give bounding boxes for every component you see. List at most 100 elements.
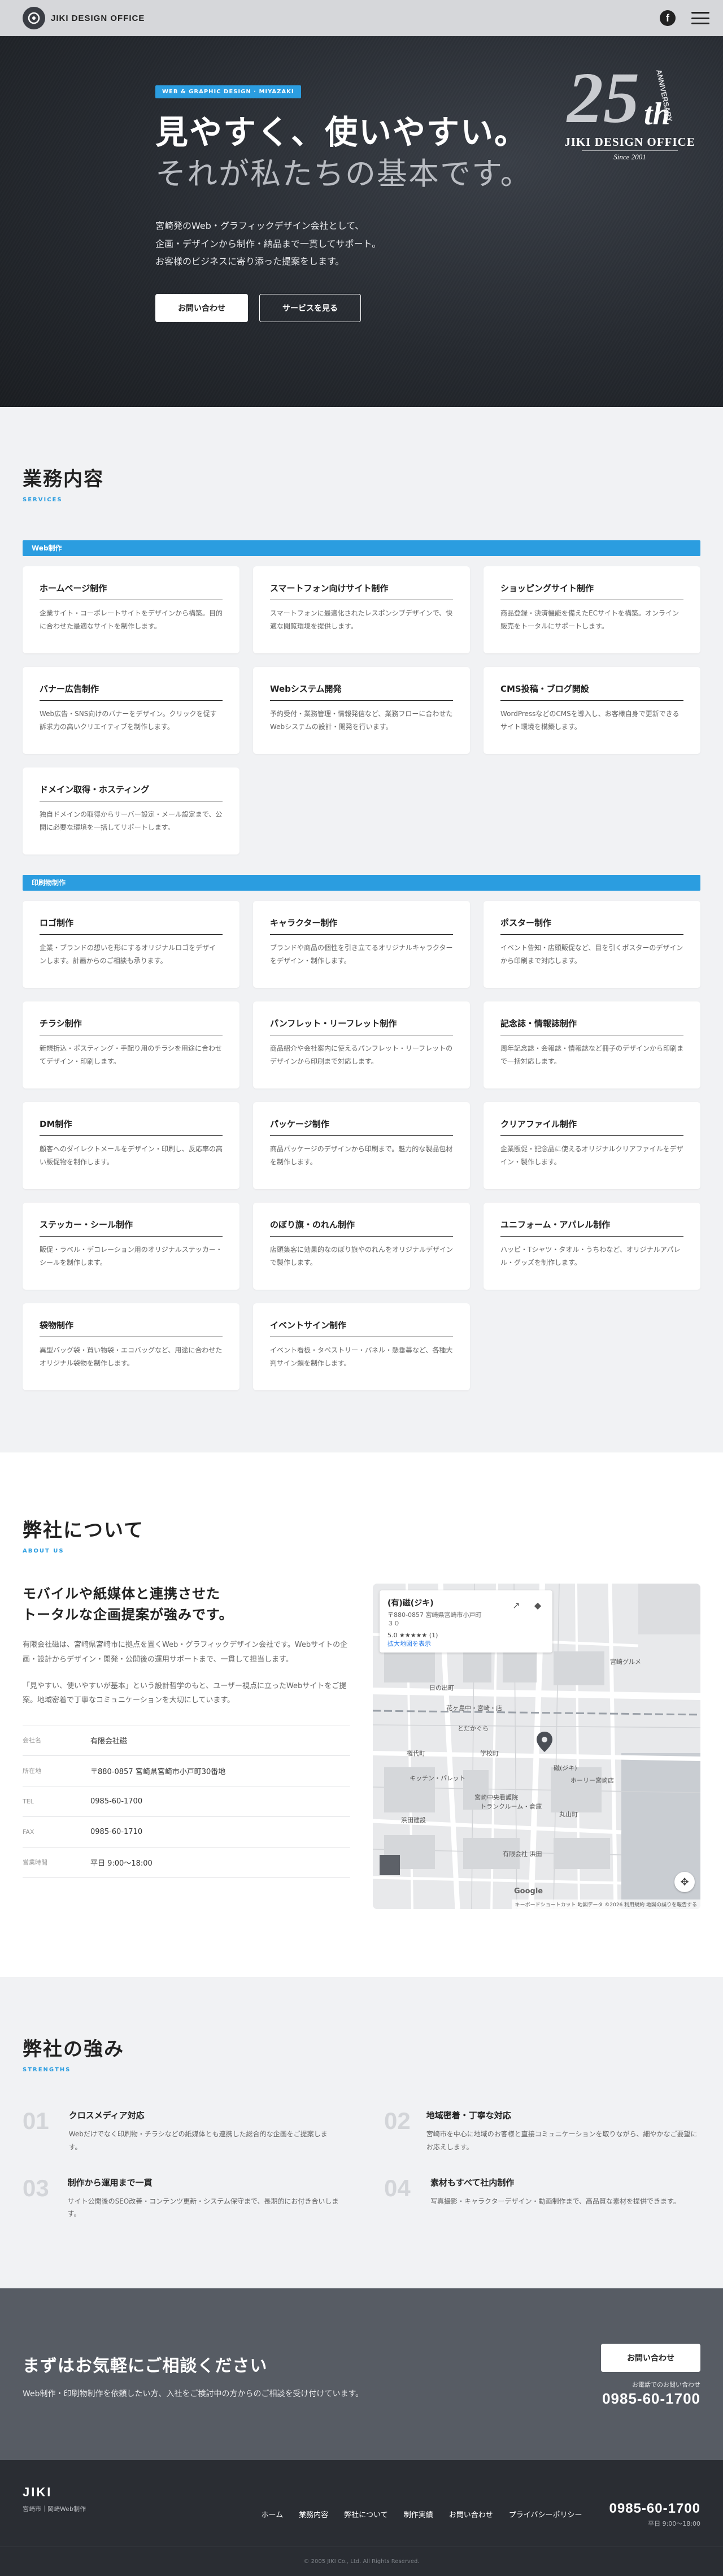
service-card[interactable]: 袋物制作 異型バッグ袋・買い物袋・エコバッグなど、用途に合わせたオリジナル袋物を制… [23,1303,239,1390]
service-card[interactable]: スマートフォン向けサイト制作 スマートフォンに最適化されたレスポンシブデザインで、… [253,566,470,653]
service-card-text: WordPressなどのCMSを導入し、お客様自身で更新できるサイト環境を構築し… [500,710,680,731]
service-card[interactable]: のぼり旗・のれん制作 店頭集客に効果的なのぼり旗やのれんをオリジナルデザインで製作… [253,1203,470,1290]
service-card-text: 企業販促・記念品に使えるオリジナルクリアファイルをデザイン・製作します。 [500,1145,683,1166]
map-place-label: とだかぐら [458,1725,489,1732]
service-card[interactable]: ショッピングサイト制作 商品登録・決済機能を備えたECサイトを構築。オンライン販売… [484,566,700,653]
footer-nav-link[interactable]: 制作実績 [404,2509,433,2519]
footer-nav-link[interactable]: 業務内容 [299,2509,328,2519]
section-title: 弊社の強み [23,2038,124,2061]
map-place-label: 丸山町 [559,1811,578,1818]
about-body: モバイルや紙媒体と連携させた トータルな企画提案が強みです。 有限会社磁は、宮崎… [23,1584,700,1909]
hamburger-menu-icon[interactable] [691,12,709,24]
strength-title: 制作から運用まで一貫 [67,2177,153,2188]
hero-contact-button[interactable]: お問い合わせ [155,293,248,322]
service-card-title: ドメイン取得・ホスティング [40,783,223,801]
map-place-label: 日の出町 [429,1684,454,1692]
service-card-title: キャラクター制作 [270,917,453,935]
service-card[interactable]: チラシ制作 新規折込・ポスティング・手配り用のチラシを用途に合わせてデザイン・印刷… [23,1001,239,1088]
brand-name: JIKI DESIGN OFFICE [51,13,145,23]
service-card-title: CMS投稿・ブログ開設 [500,683,683,701]
brand-link[interactable]: JIKI DESIGN OFFICE [23,7,145,29]
service-card-title: 記念誌・情報誌制作 [500,1017,683,1035]
strength-item: 03 制作から運用まで一貫 サイト公開後のSEO改善・コンテンツ更新・システム保守ま… [23,2176,339,2221]
info-row: 会社名 有限会社磁 [23,1725,350,1756]
service-card[interactable]: キャラクター制作 ブランドや商品の個性を引き立てるオリジナルキャラクターをデザイン… [253,901,470,988]
google-logo: Google [514,1887,543,1896]
info-row: 営業時間 平日 9:00〜18:00 [23,1848,350,1878]
service-card-text: 店頭集客に効果的なのぼり旗やのれんをオリジナルデザインで製作します。 [270,1246,454,1267]
category-bar-print: 印刷物制作 [23,875,700,891]
service-card-text: Web広告・SNS向けのバナーをデザイン。クリックを促す訴求力の高いクリエイティ… [40,710,217,731]
facebook-icon[interactable]: f [660,10,676,26]
map-fullscreen-icon[interactable]: ✥ [674,1872,695,1892]
footer-nav-link[interactable]: プライバシーポリシー [509,2509,582,2519]
service-card[interactable]: ステッカー・シール制作 販促・ラベル・デコレーション用のオリジナルステッカー・シー… [23,1203,239,1290]
map-place-label: トランクルーム・倉庫 [480,1803,542,1810]
service-card[interactable]: ロゴ制作 企業・ブランドの想いを形にするオリジナルロゴをデザインします。計画からの… [23,901,239,988]
footer-logo[interactable]: JIKI [23,2485,86,2500]
service-card-title: ポスター制作 [500,917,683,935]
service-card-title: スマートフォン向けサイト制作 [270,582,453,600]
service-card[interactable]: 記念誌・情報誌制作 周年記念誌・会報誌・情報誌など冊子のデザインから印刷まで一括対… [484,1001,700,1088]
service-card-title: バナー広告制作 [40,683,223,701]
strength-item: 04 素材もすべて社内制作 写真撮影・キャラクターデザイン・動画制作まで、高品質な素… [384,2176,700,2221]
service-card[interactable]: CMS投稿・ブログ開設 WordPressなどのCMSを導入し、お客様自身で更新で… [484,667,700,754]
service-card[interactable]: Webシステム開発 予約受付・業務管理・情報発信など、業務フローに合わせたWebシ… [253,667,470,754]
header-icons: f [660,10,709,26]
hero-services-button[interactable]: サービスを見る [259,293,361,322]
service-card[interactable]: ユニフォーム・アパレル制作 ハッピ・Tシャツ・タオル・うちわなど、オリジナルアパレ… [484,1203,700,1290]
map-attribution[interactable]: キーボードショートカット 地図データ ©2026 利用規約 地図の誤りを報告する [511,1900,700,1909]
service-card-title: ステッカー・シール制作 [40,1218,223,1237]
strength-item: 02 地域密着・丁寧な対応 宮崎市を中心に地域のお客様と直接コミュニケーションを取り… [384,2109,700,2154]
service-card[interactable]: DM制作 顧客へのダイレクトメールをデザイン・印刷し、反応率の高い販促物を制作しま… [23,1102,239,1189]
section-title: 弊社について [23,1519,144,1542]
footer-nav: ホーム 業務内容 弊社について 制作実績 お問い合わせ プライバシーポリシー [261,2509,582,2519]
service-card-text: 企業・ブランドの想いを形にするオリジナルロゴをデザインします。計画からのご相談も… [40,944,216,965]
map-address-line: 〒880-0857 宮崎県宮崎市小戸町 [387,1611,482,1619]
service-card[interactable]: パンフレット・リーフレット制作 商品紹介や会社案内に使えるパンフレット・リーフレッ… [253,1001,470,1088]
strength-item: 01 クロスメディア対応 Webだけでなく印刷物・チラシなどの紙媒体とも連携した総合… [23,2109,339,2154]
anniversary-emblem: 25 th ANNIVERSARY JIKI DESIGN OFFICE Sin… [564,59,695,161]
service-card[interactable]: ポスター制作 イベント告知・店頭販促など、目を引くポスターのデザインから印刷まで対… [484,901,700,988]
footer-nav-link[interactable]: ホーム [261,2509,283,2519]
service-card[interactable]: ドメイン取得・ホスティング 独自ドメインの取得からサーバー設定・メール設定まで、公… [23,767,239,855]
service-card[interactable]: ホームページ制作 企業サイト・コーポレートサイトをデザインから構築。目的に合わせた… [23,566,239,653]
strength-number: 04 [384,2174,411,2201]
cta-phone-label: お電話でのお問い合わせ [632,2381,700,2389]
map-place-label: 権代町 [407,1750,425,1757]
service-card-text: 独自ドメインの取得からサーバー設定・メール設定まで、公開に必要な環境を一括してサ… [40,810,223,831]
cta-phone-number[interactable]: 0985-60-1700 [601,2390,700,2408]
service-card-text: イベント告知・店頭販促など、目を引くポスターのデザインから印刷まで対応します。 [500,944,683,965]
footer-right: ホーム 業務内容 弊社について 制作実績 お問い合わせ プライバシーポリシー 0985-6… [261,2485,700,2528]
strength-text: 地域密着・丁寧な対応 宮崎市を中心に地域のお客様と直接コミュニケーションを取りなが… [426,2109,700,2154]
service-card-title: DM制作 [40,1118,223,1136]
directions-icon[interactable]: ◆ [531,1598,545,1612]
cta-contact-button[interactable]: お問い合わせ [601,2344,700,2373]
footer-nav-link[interactable]: お問い合わせ [449,2509,493,2519]
info-value: 有限会社磁 [90,1737,128,1746]
map-larger-link[interactable]: 拡大地図を表示 [387,1640,431,1647]
hero-buttons: お問い合わせ サービスを見る [155,293,585,322]
strength-text: クロスメディア対応 Webだけでなく印刷物・チラシなどの紙媒体とも連携した総合的な… [69,2109,339,2154]
strength-description: 宮崎市を中心に地域のお客様と直接コミュニケーションを取りながら、細やかなご要望に… [426,2130,698,2151]
info-value: 平日 9:00〜18:00 [90,1859,153,1868]
info-label: 所在地 [23,1767,41,1775]
strength-description: サイト公開後のSEO改善・コンテンツ更新・システム保守まで、長期的にお付き合いし… [67,2197,339,2218]
map-rating: 5.0 ★★★★★ (1) [387,1631,438,1639]
about-paragraph: 有限会社磁は、宮崎県宮崎市に拠点を置くWeb・グラフィックデザイン会社です。We… [23,1641,348,1664]
service-card[interactable]: クリアファイル制作 企業販促・記念品に使えるオリジナルクリアファイルをデザイン・製… [484,1102,700,1189]
services-section: 業務内容 SERVICES Web制作 ホームページ制作 企業サイト・コーポレート… [0,407,723,1452]
footer-brand: JIKI 宮崎市｜岡崎Web制作 [23,2485,86,2513]
footer-nav-link[interactable]: 弊社について [344,2509,388,2519]
map-place-label: 浜田建設 [401,1816,426,1824]
strength-description: Webだけでなく印刷物・チラシなどの紙媒体とも連携した総合的な企画をご提案します… [68,2130,328,2151]
footer-phone[interactable]: 0985-60-1700 [609,2501,700,2517]
google-map[interactable]: (有)磁(ジキ) 〒880-0857 宮崎県宮崎市小戸町 ３０ 5.0 ★★★★… [373,1584,700,1909]
service-card[interactable]: バナー広告制作 Web広告・SNS向けのバナーをデザイン。クリックを促す訴求力の高… [23,667,239,754]
about-paragraph: 「見やすい、使いやすいが基本」という設計哲学のもと、ユーザー視点に立ったWebサ… [23,1682,347,1705]
external-link-icon[interactable]: ↗ [509,1598,523,1612]
strength-description: 写真撮影・キャラクターデザイン・動画制作まで、高品質な素材を提供できます。 [430,2197,680,2205]
section-subtitle: SERVICES [23,497,63,503]
service-card[interactable]: イベントサイン制作 イベント看板・タペストリー・パネル・懸垂幕など、各種大判サイン… [253,1303,470,1390]
service-card[interactable]: パッケージ制作 商品パッケージのデザインから印刷まで。魅力的な製品包材を制作します… [253,1102,470,1189]
